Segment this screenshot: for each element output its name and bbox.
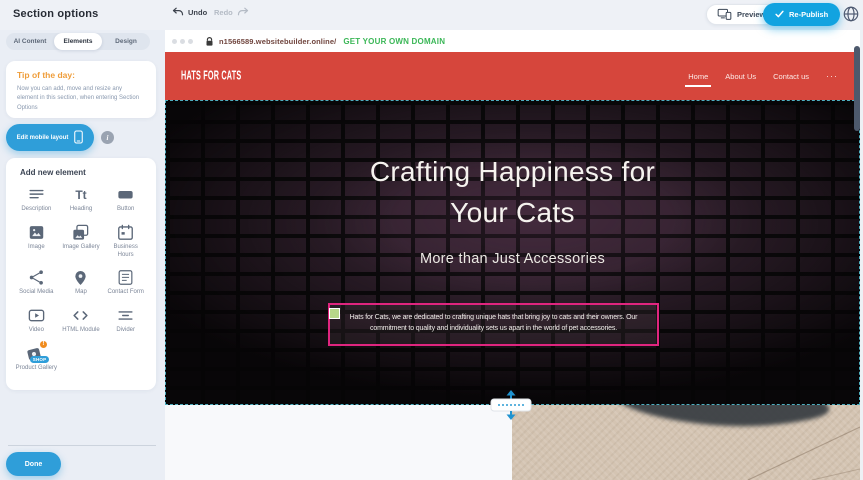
language-globe-icon[interactable] [842,5,860,23]
edit-mobile-label: Edit mobile layout [17,135,69,141]
redo-button[interactable]: Redo [214,7,249,18]
video-icon [27,306,46,325]
element-map[interactable]: Map [59,268,104,297]
element-description[interactable]: Description [14,185,59,214]
site-preview: n1566589.websitebuilder.online/ GET YOUR… [165,30,860,480]
add-element-panel: Add new element Description Tt Heading B… [6,158,156,390]
calendar-icon [116,223,135,242]
element-label: Map [75,289,87,297]
redo-icon [237,7,249,18]
element-button[interactable]: Button [103,185,148,214]
site-url: n1566589.websitebuilder.online/ [219,37,336,46]
browser-bar: n1566589.websitebuilder.online/ GET YOUR… [165,30,860,52]
element-label: HTML Module [62,327,99,335]
hero-subtitle: More than Just Accessories [166,251,859,267]
shop-badge: SHOP [30,356,49,363]
element-heading[interactable]: Tt Heading [59,185,104,214]
hero-paragraph: Hats for Cats, we are dedicated to craft… [338,312,649,334]
element-label: Description [21,206,51,214]
edit-mobile-layout-button[interactable]: Edit mobile layout [6,124,94,151]
nav-about[interactable]: About Us [725,68,756,85]
element-label: Video [29,327,44,335]
tip-of-the-day-card: Tip of the day: Now you can add, move an… [6,61,156,118]
tip-body: Now you can add, move and resize any ele… [17,85,145,113]
element-label: Image Gallery [62,244,99,252]
element-divider[interactable]: Divider [103,306,148,335]
next-section-image [512,405,860,480]
section-resize-handle[interactable] [487,390,535,420]
tab-ai-content[interactable]: AI Content [6,33,54,50]
element-grid: Description Tt Heading Button Image [14,185,148,373]
element-video[interactable]: Video [14,306,59,335]
button-icon [116,185,135,204]
element-label: Product Gallery [16,365,57,373]
republish-label: Re-Publish [789,10,828,19]
heading-icon: Tt [71,185,90,204]
left-sidebar: AI Content Elements Design Tip of the da… [0,30,165,480]
element-label: Contact Form [107,289,143,297]
sidebar-tabs: AI Content Elements Design [6,33,150,50]
element-label: Heading [70,206,92,214]
tip-heading: Tip of the day: [17,70,145,80]
product-gallery-icon: ! SHOP [27,344,46,363]
code-icon [71,306,90,325]
get-domain-link[interactable]: GET YOUR OWN DOMAIN [343,37,445,46]
undo-icon [172,7,184,18]
nav-contact[interactable]: Contact us [773,68,809,85]
image-icon [27,223,46,242]
tab-design[interactable]: Design [102,33,150,50]
nav-more-icon[interactable]: ··· [826,71,838,81]
site-nav: Home About Us Contact us ··· [688,52,838,100]
top-bar: Section options Undo Redo Preview Re-Pub… [0,0,863,30]
element-social-media[interactable]: Social Media [14,268,59,297]
undo-button[interactable]: Undo [172,7,207,18]
element-image[interactable]: Image [14,223,59,260]
map-pin-icon [71,268,90,287]
selected-text-element[interactable]: Hats for Cats, we are dedicated to craft… [328,303,659,346]
add-element-heading: Add new element [20,168,148,177]
notification-badge: ! [39,340,48,349]
cat-shadow-shape [617,405,829,426]
image-gallery-icon [71,223,90,242]
lock-icon [205,36,214,47]
browser-dots-icon [172,39,193,44]
element-label: Divider [116,327,135,335]
element-html-module[interactable]: HTML Module [59,306,104,335]
divider-icon [116,306,135,325]
republish-button[interactable]: Re-Publish [763,3,840,26]
info-icon[interactable]: i [101,131,114,144]
text-lines-icon [27,185,46,204]
site-header: HATS FOR CATS Home About Us Contact us ·… [165,52,860,100]
check-icon [775,10,784,20]
page-title: Section options [13,8,99,20]
share-icon [27,268,46,287]
element-image-gallery[interactable]: Image Gallery [59,223,104,260]
hero-section[interactable]: Crafting Happiness for Your Cats More th… [165,100,860,405]
form-icon [116,268,135,287]
hero-title: Crafting Happiness for Your Cats [166,151,859,233]
selection-handle[interactable] [329,308,340,319]
scrollbar-thumb[interactable] [854,46,860,131]
undo-label: Undo [188,8,207,17]
preview-label: Preview [737,10,765,19]
nav-home[interactable]: Home [688,68,708,85]
devices-icon [717,8,732,22]
element-label: Image [28,244,45,252]
done-button[interactable]: Done [6,452,61,476]
site-logo[interactable]: HATS FOR CATS [181,69,241,83]
sidebar-divider [8,445,156,446]
phone-icon [74,130,83,146]
element-business-hours[interactable]: Business Hours [103,223,148,260]
element-product-gallery[interactable]: ! SHOP Product Gallery [14,344,59,373]
redo-label: Redo [214,8,233,17]
next-section-background [165,405,512,480]
element-label: Button [117,206,134,214]
element-label: Business Hours [105,244,147,260]
element-contact-form[interactable]: Contact Form [103,268,148,297]
tab-elements[interactable]: Elements [54,33,102,50]
element-label: Social Media [19,289,53,297]
